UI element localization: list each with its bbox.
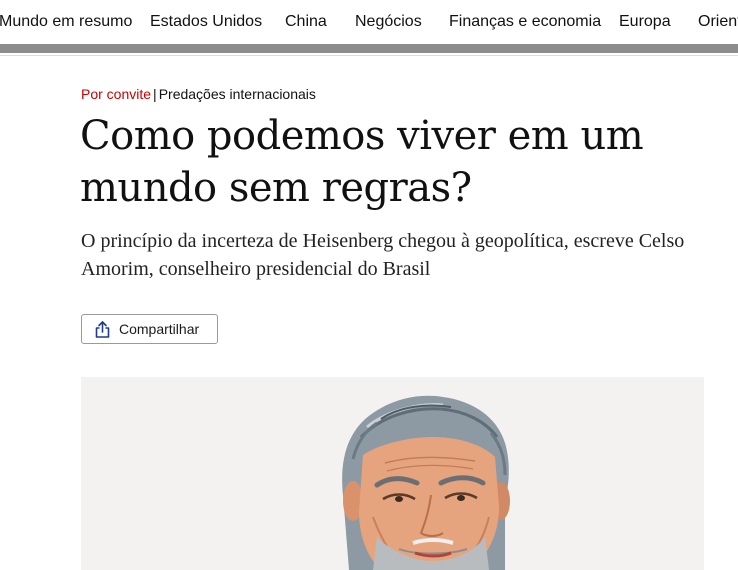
nav-scrollbar-thumb[interactable] bbox=[0, 44, 738, 53]
nav-item-estados-unidos[interactable]: Estados Unidos bbox=[150, 12, 262, 32]
portrait-illustration bbox=[342, 395, 510, 570]
share-button[interactable]: Compartilhar bbox=[81, 314, 218, 344]
section-nav: Mundo em resumo Estados Unidos China Neg… bbox=[0, 0, 738, 44]
nav-item-negocios[interactable]: Negócios bbox=[355, 12, 422, 32]
share-label: Compartilhar bbox=[119, 321, 200, 337]
nav-item-financas-e-economia[interactable]: Finanças e economia bbox=[449, 12, 601, 32]
nav-item-oriente[interactable]: Oriente bbox=[698, 12, 738, 32]
article-headline: Como podemos viver em um mundo sem regra… bbox=[80, 113, 644, 211]
nav-item-china[interactable]: China bbox=[285, 12, 327, 32]
article-kicker: Por convite | Predações internacionais bbox=[81, 85, 316, 103]
hero-image bbox=[81, 377, 704, 570]
nav-scrollbar[interactable] bbox=[0, 44, 738, 53]
nav-item-europa[interactable]: Europa bbox=[619, 12, 671, 32]
kicker-label[interactable]: Por convite bbox=[81, 86, 151, 102]
nav-item-mundo-em-resumo[interactable]: Mundo em resumo bbox=[0, 12, 132, 32]
article-standfirst: O princípio da incerteza de Heisenberg c… bbox=[81, 230, 685, 280]
nav-divider bbox=[0, 55, 738, 56]
share-icon bbox=[95, 321, 110, 338]
kicker-series-link[interactable]: Predações internacionais bbox=[159, 86, 316, 102]
kicker-separator: | bbox=[153, 86, 157, 102]
